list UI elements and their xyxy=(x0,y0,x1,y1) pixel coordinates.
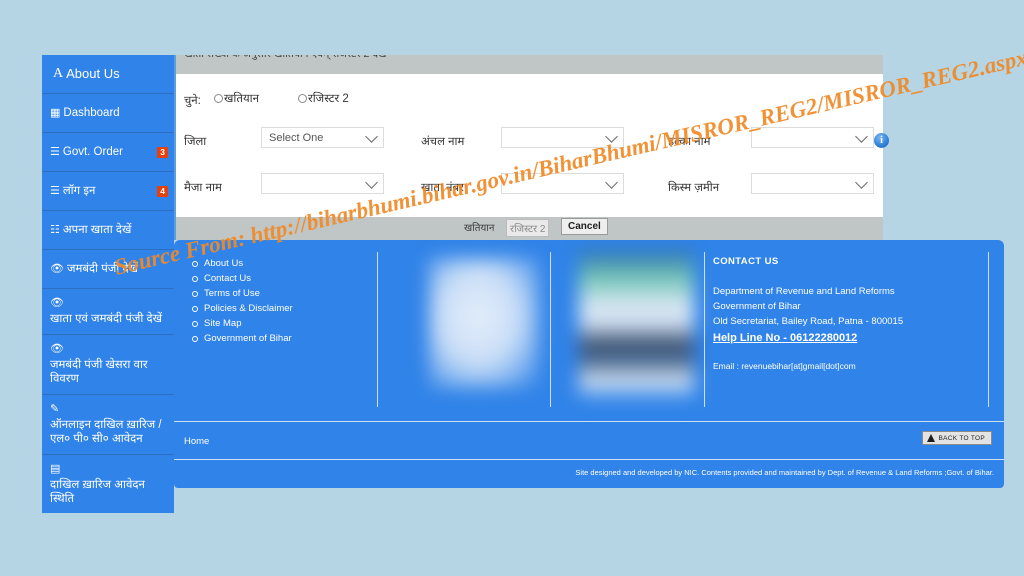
footer-contact-column: CONTACT US Department of Revenue and Lan… xyxy=(713,256,988,371)
sidebar-navigation: A About Us ▦ Dashboard ☰ Govt. Order 3 ☰… xyxy=(42,55,174,513)
site-footer: About Us Contact Us Terms of Use Policie… xyxy=(174,240,1004,488)
up-arrow-icon xyxy=(927,434,936,442)
button-khatiyan[interactable]: खतियान xyxy=(464,220,494,234)
contact-helpline[interactable]: Help Line No - 06122280012 xyxy=(713,329,988,347)
window-icon: ▤ xyxy=(50,463,61,475)
footer-divider xyxy=(704,252,705,407)
radio-register2-label: रजिस्टर 2 xyxy=(308,93,349,105)
chevron-down-icon xyxy=(605,176,618,189)
radio-circle-icon[interactable] xyxy=(214,94,223,103)
eye-icon: 👁 xyxy=(50,263,64,275)
sidebar-item-apna-khata[interactable]: ☷ अपना खाता देखें xyxy=(42,211,174,250)
chevron-down-icon xyxy=(605,130,618,143)
panel-button-bar: खतियान रजिस्टर 2 Cancel xyxy=(176,217,883,240)
hamburger-icon: ☰ xyxy=(50,146,60,158)
sidebar-item-online-dakhil-kharij[interactable]: ✎ ऑनलाइन दाखिल ख़ारिज / एल० पी० सी० आवेद… xyxy=(42,395,174,455)
label-halka: हल्का नाम xyxy=(668,136,711,148)
sidebar-item-label: लॉग इन xyxy=(62,185,96,197)
footer-link-policies[interactable]: Policies & Disclaimer xyxy=(188,301,373,316)
footer-link-government-bihar[interactable]: Government of Bihar xyxy=(188,331,373,346)
footer-divider xyxy=(377,252,378,407)
sidebar-item-label: Govt. Order xyxy=(62,146,123,158)
list-icon: ☷ xyxy=(50,224,60,236)
radio-khatiyan[interactable]: खतियान xyxy=(214,91,259,106)
info-icon[interactable]: i xyxy=(874,133,889,148)
chevron-down-icon xyxy=(365,130,378,143)
sidebar-item-govt-order[interactable]: ☰ Govt. Order 3 xyxy=(42,133,174,172)
contact-department: Department of Revenue and Land Reforms xyxy=(713,286,895,297)
footer-image-placeholder-1 xyxy=(429,258,539,388)
footer-divider xyxy=(550,252,551,407)
sidebar-item-label: खाता एवं जमबंदी पंजी देखें xyxy=(50,313,163,325)
footer-links-column: About Us Contact Us Terms of Use Policie… xyxy=(188,256,373,346)
sidebar-item-jamabandi-panji[interactable]: 👁 जमबंदी पंजी देखें xyxy=(42,250,174,289)
text-a-icon: A xyxy=(53,66,64,81)
bar-chart-icon: ▦ xyxy=(50,107,61,119)
select-khata-number[interactable] xyxy=(501,173,624,194)
footer-link-site-map[interactable]: Site Map xyxy=(188,316,373,331)
eye-icon: 👁 xyxy=(50,297,64,309)
select-kism-zameen[interactable] xyxy=(751,173,874,194)
select-district-value: Select One xyxy=(269,131,324,144)
footer-middle-bar: Home BACK TO TOP xyxy=(174,421,1004,460)
sidebar-item-label: ऑनलाइन दाखिल ख़ारिज / एल० पी० सी० आवेदन xyxy=(50,419,162,445)
label-mauja: मैजा नाम xyxy=(184,182,222,194)
select-anchal[interactable] xyxy=(501,127,624,148)
status-badge: 4 xyxy=(157,185,168,197)
sidebar-item-dashboard[interactable]: ▦ Dashboard xyxy=(42,94,174,133)
home-link[interactable]: Home xyxy=(184,436,209,447)
cancel-button[interactable]: Cancel xyxy=(561,218,608,235)
footer-link-about-us[interactable]: About Us xyxy=(188,256,373,271)
sidebar-item-label: Dashboard xyxy=(63,107,120,119)
sidebar-item-dakhil-kharij-status[interactable]: ▤ दाखिल ख़ारिज आवेदन स्थिति xyxy=(42,455,174,513)
chevron-down-icon xyxy=(855,130,868,143)
sidebar-item-label: About Us xyxy=(66,66,120,81)
hamburger-icon: ☰ xyxy=(50,185,60,197)
label-anchal: अंचल नाम xyxy=(421,136,465,148)
footer-image-placeholder-2 xyxy=(579,250,694,400)
sidebar-item-login[interactable]: ☰ लॉग इन 4 xyxy=(42,172,174,211)
contact-address: Old Secretariat, Bailey Road, Patna - 80… xyxy=(713,316,904,327)
chevron-down-icon xyxy=(365,176,378,189)
radio-register2[interactable]: रजिस्टर 2 xyxy=(298,91,349,106)
sidebar-item-about-us[interactable]: A About Us xyxy=(42,55,174,94)
footer-link-terms-of-use[interactable]: Terms of Use xyxy=(188,286,373,301)
label-kism-zameen: किस्म ज़मीन xyxy=(668,182,720,194)
footer-credit-bar: Site designed and developed by NIC. Cont… xyxy=(174,459,1004,488)
footer-divider xyxy=(988,252,989,407)
select-district[interactable]: Select One xyxy=(261,127,384,148)
contact-email: Email : revenuebihar[at]gmail[dot]com xyxy=(713,361,856,371)
radio-khatiyan-label: खतियान xyxy=(224,93,259,105)
status-badge: 3 xyxy=(157,146,168,158)
chevron-down-icon xyxy=(855,176,868,189)
sidebar-item-khesra-war-vivaran[interactable]: 👁 जमबंदी पंजी खेसरा वार विवरण xyxy=(42,335,174,395)
eye-icon: 👁 xyxy=(50,343,64,355)
label-khata-number: खाता नंबर xyxy=(421,182,464,194)
sidebar-item-khata-evam-jamabandi[interactable]: 👁 खाता एवं जमबंदी पंजी देखें xyxy=(42,289,174,335)
footer-link-contact-us[interactable]: Contact Us xyxy=(188,271,373,286)
sidebar-item-label: अपना खाता देखें xyxy=(62,224,132,236)
sidebar-item-label: जमबंदी पंजी खेसरा वार विवरण xyxy=(50,359,148,385)
footer-credit-text: Site designed and developed by NIC. Cont… xyxy=(575,468,994,477)
radio-circle-icon[interactable] xyxy=(298,94,307,103)
back-to-top-label: BACK TO TOP xyxy=(938,434,985,442)
panel-heading-text: खाता संख्या के अनुसार खातियान एवम् रजिस्… xyxy=(184,55,883,61)
select-mauja[interactable] xyxy=(261,173,384,194)
main-form-panel: खाता संख्या के अनुसार खातियान एवम् रजिस्… xyxy=(174,55,883,240)
footer-columns: About Us Contact Us Terms of Use Policie… xyxy=(174,240,1004,420)
panel-heading: खाता संख्या के अनुसार खातियान एवम् रजिस्… xyxy=(176,55,883,74)
contact-us-title: CONTACT US xyxy=(713,256,779,267)
button-register2[interactable]: रजिस्टर 2 xyxy=(506,219,550,237)
select-halka[interactable] xyxy=(751,127,874,148)
back-to-top-button[interactable]: BACK TO TOP xyxy=(922,431,992,445)
sidebar-item-label: दाखिल ख़ारिज आवेदन स्थिति xyxy=(50,479,145,505)
sidebar-item-label: जमबंदी पंजी देखें xyxy=(66,263,138,275)
choose-label: चुने: xyxy=(184,95,201,107)
edit-icon: ✎ xyxy=(50,403,60,415)
contact-government: Government of Bihar xyxy=(713,301,801,312)
label-district: जिला xyxy=(184,136,207,148)
